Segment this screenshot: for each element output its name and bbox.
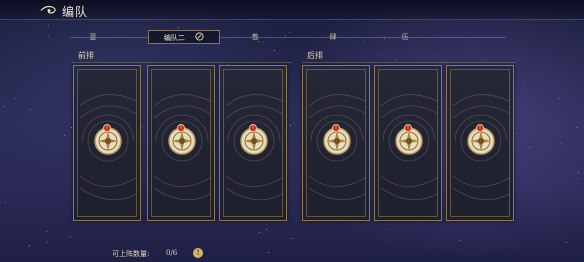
star — [47, 25, 49, 27]
star — [63, 134, 65, 136]
star — [177, 27, 179, 29]
formation-slot-card[interactable]: ! — [374, 65, 442, 221]
star — [4, 201, 6, 203]
alert-badge: ! — [476, 124, 484, 132]
tab-label: 叁 — [251, 33, 259, 41]
star — [266, 229, 268, 231]
star — [46, 242, 48, 244]
tab-1[interactable]: 壹 — [78, 30, 108, 44]
formation-tabs: 壹 编队二 叁 肆 伍 — [70, 30, 506, 44]
tab-label: 壹 — [89, 33, 97, 41]
back-row-divider — [302, 62, 516, 63]
star — [48, 36, 50, 38]
star — [259, 231, 261, 233]
star — [30, 108, 32, 110]
star — [291, 237, 293, 239]
star — [575, 126, 577, 128]
star — [70, 235, 72, 237]
alert-badge: ! — [103, 124, 111, 132]
tab-label: 肆 — [329, 33, 337, 41]
star — [70, 126, 72, 128]
formation-slot-card[interactable]: ! — [219, 65, 287, 221]
star — [529, 146, 531, 148]
tab-2[interactable]: 编队二 — [148, 30, 220, 44]
formation-slot-card[interactable]: ! — [73, 65, 141, 221]
star — [485, 222, 487, 224]
star — [578, 172, 580, 174]
star — [273, 50, 275, 52]
star — [289, 125, 291, 127]
star — [29, 245, 31, 247]
star — [45, 230, 47, 232]
formation-slot-card[interactable]: ! — [147, 65, 215, 221]
star — [565, 242, 567, 244]
tab-4[interactable]: 肆 — [318, 30, 348, 44]
front-row-divider — [72, 62, 292, 63]
alert-badge: ! — [177, 124, 185, 132]
star — [14, 97, 16, 99]
back-row-label: 后排 — [307, 51, 323, 60]
star — [459, 239, 461, 241]
formation-slot-card[interactable]: ! — [302, 65, 370, 221]
star — [516, 132, 518, 134]
info-icon[interactable]: ! — [193, 248, 203, 258]
tab-divider — [70, 37, 506, 38]
formation-slot-card[interactable]: ! — [446, 65, 514, 221]
star — [523, 83, 525, 85]
star — [267, 252, 269, 254]
tab-5[interactable]: 伍 — [390, 30, 420, 44]
page-title: 编队 — [62, 5, 89, 19]
tab-3[interactable]: 叁 — [240, 30, 270, 44]
alert-badge: ! — [249, 124, 257, 132]
tab-label: 伍 — [401, 33, 409, 41]
star — [560, 143, 562, 145]
star — [385, 228, 387, 230]
tab-label: 编队二 — [163, 34, 185, 42]
front-row-label: 前排 — [78, 51, 94, 60]
star — [4, 106, 6, 108]
star — [557, 97, 559, 99]
back-arrow-icon[interactable] — [40, 5, 58, 16]
top-bar: 编队 — [0, 0, 584, 20]
star — [142, 126, 144, 128]
alert-badge: ! — [332, 124, 340, 132]
star — [578, 178, 580, 180]
star — [381, 52, 383, 54]
edit-icon[interactable] — [195, 32, 204, 41]
deploy-count-label: 可上阵数量: — [112, 250, 150, 258]
deploy-count-value: 0/6 — [166, 249, 178, 257]
alert-badge: ! — [404, 124, 412, 132]
